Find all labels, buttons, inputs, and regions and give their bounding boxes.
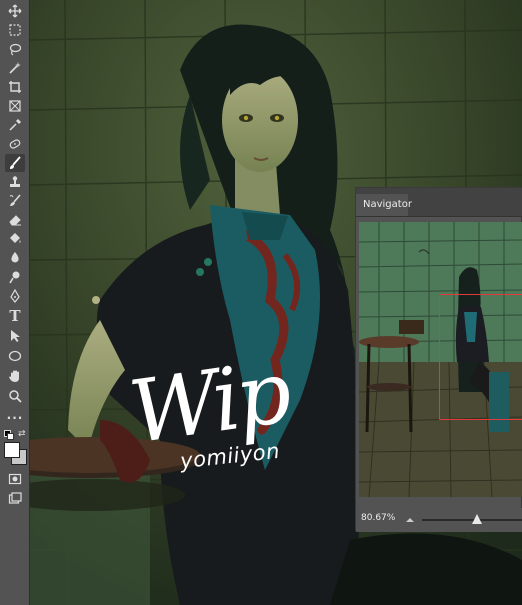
zoom-icon: [9, 390, 22, 403]
navigator-header: Navigator: [356, 188, 522, 217]
tools-panel: T ... ⇄: [0, 0, 30, 605]
foreground-color-swatch[interactable]: [4, 442, 20, 458]
navigator-thumbnail[interactable]: [359, 222, 522, 497]
paint-bucket-tool[interactable]: [5, 230, 25, 248]
eyedropper-icon: [9, 119, 21, 131]
healing-brush-tool[interactable]: [5, 135, 25, 153]
frame-icon: [9, 100, 21, 112]
clone-stamp-icon: [10, 176, 20, 187]
screen-mode-button[interactable]: [5, 490, 25, 508]
clone-stamp-tool[interactable]: [5, 173, 25, 191]
hand-tool[interactable]: [5, 367, 25, 385]
zoom-out-icon[interactable]: [406, 515, 414, 523]
zoom-tool[interactable]: [5, 387, 25, 405]
quick-mask-icon: [8, 473, 22, 485]
navigator-panel: Navigator 80.67%: [355, 187, 522, 532]
swap-colors-icon[interactable]: ⇄: [18, 429, 26, 439]
lasso-icon: [9, 43, 22, 56]
blur-icon: [11, 252, 19, 263]
path-selection-tool[interactable]: [5, 327, 25, 345]
dodge-icon: [9, 271, 20, 284]
navigator-view-frame[interactable]: [439, 294, 522, 420]
rect-marquee-icon: [9, 24, 21, 36]
eraser-icon: [9, 215, 21, 226]
crop-tool[interactable]: [5, 78, 25, 96]
move-icon: [8, 4, 22, 18]
eyedropper-tool[interactable]: [5, 116, 25, 134]
paint-bucket-icon: [10, 233, 21, 243]
ellipse-tool[interactable]: [5, 347, 25, 365]
frame-tool[interactable]: [5, 97, 25, 115]
more-icon: ...: [6, 408, 24, 422]
marquee-tool[interactable]: [5, 21, 25, 39]
history-brush-tool[interactable]: [5, 192, 25, 210]
path-selection-icon: [11, 330, 20, 342]
eraser-tool[interactable]: [5, 211, 25, 229]
default-colors-icon[interactable]: [4, 430, 14, 440]
pen-tool[interactable]: [5, 287, 25, 305]
type-icon: T: [9, 306, 21, 325]
more-tools[interactable]: ...: [5, 406, 25, 424]
lasso-tool[interactable]: [5, 40, 25, 58]
zoom-slider-handle[interactable]: [472, 514, 482, 524]
hand-icon: [9, 370, 19, 382]
type-tool[interactable]: T: [5, 307, 25, 325]
pen-icon: [10, 289, 20, 303]
healing-brush-icon: [9, 139, 21, 149]
quick-mask-button[interactable]: [5, 470, 25, 488]
magic-wand-tool[interactable]: [5, 59, 25, 77]
blur-tool[interactable]: [5, 249, 25, 267]
dodge-tool[interactable]: [5, 268, 25, 286]
move-tool[interactable]: [5, 2, 25, 20]
navigator-footer: 80.67%: [356, 508, 522, 532]
brush-icon: [10, 156, 21, 169]
history-brush-icon: [9, 194, 21, 206]
screen-mode-icon: [8, 492, 22, 504]
zoom-percentage-field[interactable]: 80.67%: [361, 513, 395, 523]
crop-icon: [9, 81, 21, 93]
ellipse-icon: [8, 350, 22, 362]
brush-tool[interactable]: [5, 154, 25, 172]
magic-wand-icon: [9, 62, 21, 74]
tab-navigator[interactable]: Navigator: [356, 194, 412, 216]
